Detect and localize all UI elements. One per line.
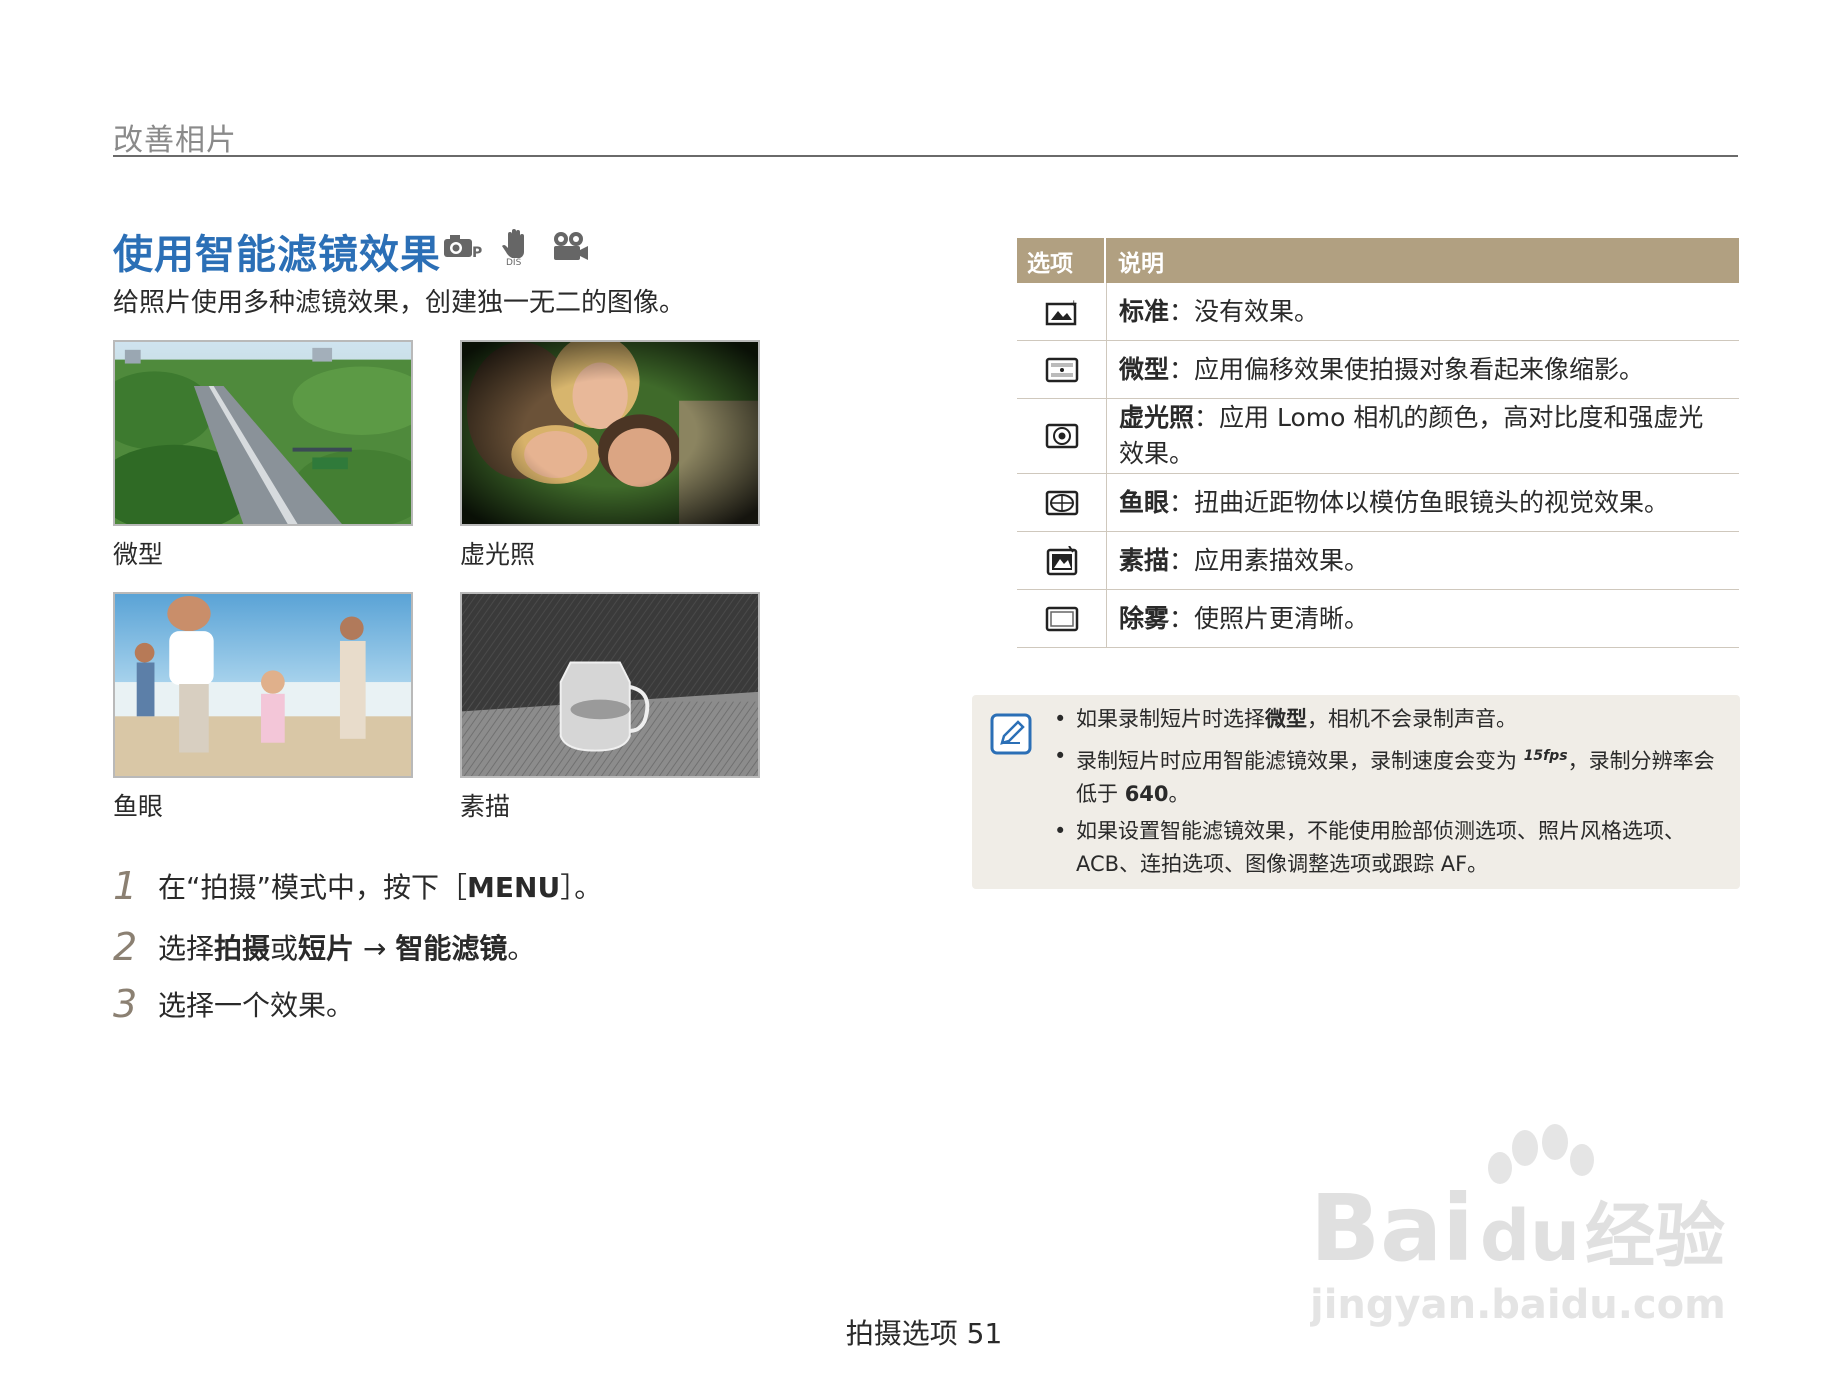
step-text: 选择一个效果。 bbox=[158, 984, 354, 1024]
step-number: 3 bbox=[113, 982, 138, 1026]
option-desc: ：使照片更清晰。 bbox=[1169, 603, 1370, 633]
photo-caption: 虚光照 bbox=[460, 540, 536, 569]
svg-text:Bai: Bai bbox=[1310, 1175, 1474, 1282]
svg-text:du: du bbox=[1480, 1195, 1580, 1277]
text-segment: 在“拍摄”模式中，按下［ bbox=[158, 871, 468, 904]
step-3: 3 选择一个效果。 bbox=[113, 982, 354, 1026]
emphasis-text: 微型 bbox=[1265, 707, 1307, 731]
option-term: 微型 bbox=[1119, 354, 1170, 384]
note-item: 如果录制短片时选择微型，相机不会录制声音。 bbox=[1052, 703, 1722, 736]
step-number: 1 bbox=[113, 864, 138, 908]
note-item: 如果设置智能滤镜效果，不能使用脸部侦测选项、照片风格选项、ACB、连拍选项、图像… bbox=[1052, 815, 1722, 881]
vignette-couple-photo bbox=[460, 340, 760, 526]
note-pencil-icon bbox=[990, 713, 1032, 755]
text-segment: ，相机不会录制声音。 bbox=[1307, 707, 1517, 731]
fisheye-family-beach-photo bbox=[113, 592, 413, 778]
emphasis-text: 短片 bbox=[298, 932, 355, 965]
photo-caption: 素描 bbox=[460, 792, 511, 821]
mode-icons: P DIS bbox=[442, 226, 590, 266]
header-option: 选项 bbox=[1017, 238, 1106, 283]
svg-text:DIS: DIS bbox=[506, 258, 522, 266]
note-item: 录制短片时应用智能滤镜效果，录制速度会变为 15fps，录制分辨率会低于 640… bbox=[1052, 740, 1722, 811]
step-1: 1 在“拍摄”模式中，按下［MENU］。 bbox=[113, 864, 602, 908]
section-intro: 给照片使用多种滤镜效果，创建独一无二的图像。 bbox=[113, 288, 686, 318]
text-segment: 如果录制短片时选择 bbox=[1076, 707, 1265, 731]
baidu-jingyan-watermark: Bai du 经验 jingyan.baidu.com bbox=[1310, 1124, 1726, 1328]
svg-text:+: + bbox=[1070, 299, 1078, 309]
option-term: 标准 bbox=[1119, 296, 1170, 326]
defog-filter-icon bbox=[1045, 606, 1078, 631]
text-segment: → bbox=[354, 932, 396, 965]
table-row: 除雾 ：使照片更清晰。 bbox=[1017, 590, 1739, 648]
movie-camera-icon bbox=[554, 232, 588, 260]
option-term: 虚光照 bbox=[1119, 403, 1195, 432]
text-segment: 。 bbox=[507, 932, 536, 965]
option-desc: ：扭曲近距物体以模仿鱼眼镜头的视觉效果。 bbox=[1169, 487, 1670, 517]
svg-text:jingyan.baidu.com: jingyan.baidu.com bbox=[1310, 1282, 1726, 1328]
emphasis-text: MENU bbox=[467, 871, 561, 904]
text-segment: 录制短片时应用智能滤镜效果，录制速度会变为 bbox=[1076, 749, 1524, 773]
option-term: 鱼眼 bbox=[1119, 487, 1170, 517]
step-text: 在“拍摄”模式中，按下［MENU］。 bbox=[158, 866, 602, 906]
header-divider bbox=[113, 155, 1738, 157]
table-header: 选项 说明 bbox=[1017, 238, 1739, 283]
text-segment: 或 bbox=[270, 932, 299, 965]
normal-filter-icon: + bbox=[1045, 299, 1078, 325]
photo-caption: 微型 bbox=[113, 540, 164, 569]
text-segment: 如果设置智能滤镜效果，不能使用脸部侦测选项、照片风格选项、ACB、连拍选项、图像… bbox=[1076, 819, 1685, 876]
table-row: 虚光照：应用 Lomo 相机的颜色，高对比度和强虚光效果。 bbox=[1017, 399, 1739, 474]
table-row: 微型 ：应用偏移效果使拍摄对象看起来像缩影。 bbox=[1017, 341, 1739, 399]
text-segment: 选择 bbox=[158, 932, 215, 965]
header-description: 说明 bbox=[1118, 250, 1164, 277]
option-desc: ：应用 Lomo 相机的颜色，高对比度和强虚光效果。 bbox=[1119, 403, 1704, 468]
table-row: 素描 ：应用素描效果。 bbox=[1017, 532, 1739, 590]
text-segment: 选择一个效果。 bbox=[158, 989, 355, 1022]
fisheye-filter-icon bbox=[1045, 490, 1078, 515]
dis-hand-icon: DIS bbox=[502, 229, 524, 266]
fps-15-icon: 15fps bbox=[1523, 748, 1568, 764]
sketch-filter-icon bbox=[1046, 545, 1077, 575]
emphasis-text: 拍摄 bbox=[214, 932, 271, 965]
photo-caption: 鱼眼 bbox=[113, 792, 164, 821]
section-title: 使用智能滤镜效果 bbox=[113, 232, 441, 278]
svg-text:经验: 经验 bbox=[1585, 1195, 1725, 1277]
option-term: 除雾 bbox=[1119, 603, 1170, 633]
table-row: 鱼眼 ：扭曲近距物体以模仿鱼眼镜头的视觉效果。 bbox=[1017, 474, 1739, 532]
camera-p-icon: P bbox=[444, 235, 482, 261]
text-segment: 。 bbox=[1168, 782, 1190, 806]
table-row: + 标准 ：没有效果。 bbox=[1017, 283, 1739, 341]
option-term: 素描 bbox=[1119, 545, 1170, 575]
emphasis-text: 640 bbox=[1124, 782, 1169, 806]
step-text: 选择拍摄或短片 → 智能滤镜。 bbox=[158, 927, 535, 967]
note-list: 如果录制短片时选择微型，相机不会录制声音。 录制短片时应用智能滤镜效果，录制速度… bbox=[1052, 703, 1722, 885]
note-box: 如果录制短片时选择微型，相机不会录制声音。 录制短片时应用智能滤镜效果，录制速度… bbox=[972, 695, 1740, 889]
vignette-filter-icon bbox=[1045, 423, 1078, 449]
miniature-highway-photo bbox=[113, 340, 413, 526]
svg-text:P: P bbox=[472, 245, 482, 261]
option-desc: ：应用偏移效果使拍摄对象看起来像缩影。 bbox=[1169, 354, 1645, 384]
step-2: 2 选择拍摄或短片 → 智能滤镜。 bbox=[113, 925, 535, 969]
chapter-title: 改善相片 bbox=[113, 123, 237, 158]
sketch-pitcher-photo bbox=[460, 592, 760, 778]
option-desc: ：应用素描效果。 bbox=[1169, 545, 1370, 575]
filter-options-table: 选项 说明 + 标准 ：没有效果。 微型 ：应用偏移效果使拍摄对象看起来像缩影。 虚… bbox=[1017, 238, 1739, 648]
option-desc: ：没有效果。 bbox=[1169, 296, 1320, 326]
emphasis-text: 智能滤镜 bbox=[395, 932, 508, 965]
step-number: 2 bbox=[113, 925, 138, 969]
miniature-filter-icon bbox=[1045, 357, 1078, 382]
text-segment: ］。 bbox=[560, 871, 603, 904]
